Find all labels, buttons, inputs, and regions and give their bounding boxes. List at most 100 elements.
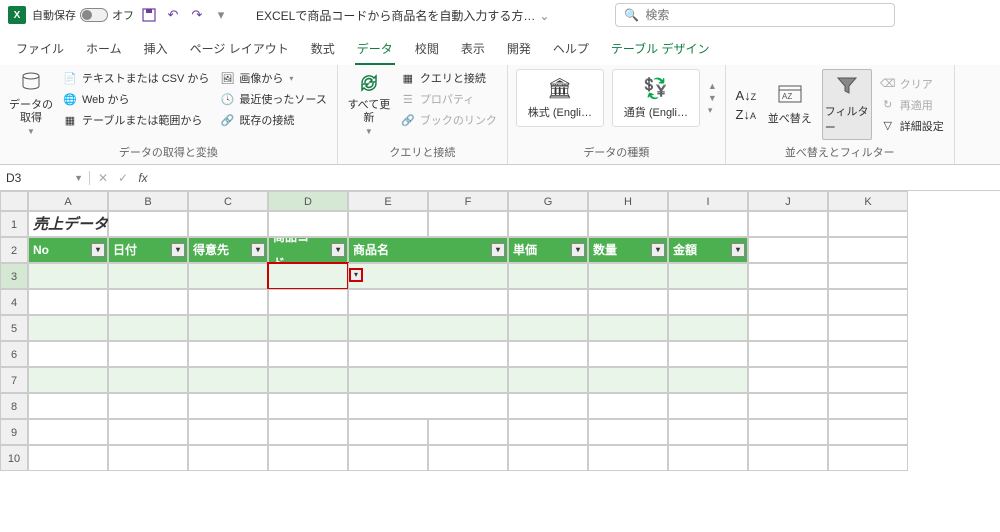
filter-dropdown-button[interactable]: ▾ (349, 268, 363, 282)
filter-dropdown-button[interactable]: ▾ (491, 243, 505, 257)
cell[interactable] (828, 263, 908, 289)
cell[interactable] (28, 263, 108, 289)
table-header-cell[interactable]: 商品コード▾ (268, 237, 348, 263)
from-web-button[interactable]: 🌐Web から (60, 90, 211, 108)
table-header-cell[interactable]: 得意先▾ (188, 237, 268, 263)
cell[interactable] (508, 419, 588, 445)
redo-icon[interactable]: ↷ (188, 6, 206, 24)
cell[interactable] (508, 367, 588, 393)
cell[interactable] (428, 445, 508, 471)
cell[interactable] (748, 211, 828, 237)
row-header[interactable]: 8 (0, 393, 28, 419)
column-header[interactable]: I (668, 191, 748, 211)
cell[interactable] (348, 211, 428, 237)
get-data-button[interactable]: データの取得 ▼ (8, 69, 54, 137)
filter-dropdown-button[interactable]: ▾ (571, 243, 585, 257)
tab-file[interactable]: ファイル (14, 36, 66, 65)
save-icon[interactable] (140, 6, 158, 24)
cell[interactable] (828, 315, 908, 341)
column-header[interactable]: H (588, 191, 668, 211)
cell[interactable] (348, 263, 508, 289)
cell[interactable] (588, 367, 668, 393)
tab-developer[interactable]: 開発 (505, 36, 533, 65)
cell[interactable] (828, 445, 908, 471)
from-image-button[interactable]: 🖼画像から▾ (217, 69, 328, 87)
cell[interactable] (348, 289, 508, 315)
cell[interactable] (108, 315, 188, 341)
chevron-down-icon[interactable]: ⌄ (539, 9, 549, 23)
cell[interactable] (588, 393, 668, 419)
formula-input[interactable] (156, 165, 1000, 190)
cell[interactable] (108, 445, 188, 471)
row-header[interactable]: 6 (0, 341, 28, 367)
tab-insert[interactable]: 挿入 (142, 36, 170, 65)
filter-dropdown-button[interactable]: ▾ (171, 243, 185, 257)
cell[interactable] (188, 419, 268, 445)
table-header-cell[interactable]: 商品名▾ (348, 237, 508, 263)
cell[interactable] (108, 341, 188, 367)
filter-dropdown-button[interactable]: ▾ (731, 243, 745, 257)
chevron-down-icon[interactable]: ▼ (74, 173, 83, 183)
workbook-links-button[interactable]: 🔗ブックのリンク (398, 111, 499, 129)
cell[interactable] (668, 315, 748, 341)
cell[interactable] (668, 263, 748, 289)
cell[interactable] (508, 315, 588, 341)
row-header[interactable]: 1 (0, 211, 28, 237)
cell[interactable] (828, 341, 908, 367)
cell[interactable] (28, 367, 108, 393)
select-all-corner[interactable] (0, 191, 28, 211)
cell[interactable] (508, 211, 588, 237)
cell[interactable] (668, 289, 748, 315)
cell[interactable] (828, 393, 908, 419)
cell[interactable] (348, 419, 428, 445)
cell[interactable] (588, 211, 668, 237)
cell[interactable] (348, 315, 508, 341)
properties-button[interactable]: ☰プロパティ (398, 90, 499, 108)
scroll-up-icon[interactable]: ▲ (708, 81, 717, 91)
tab-page-layout[interactable]: ページ レイアウト (188, 36, 291, 65)
reapply-filter-button[interactable]: ↻再適用 (878, 96, 946, 114)
filter-dropdown-button[interactable]: ▾ (91, 243, 105, 257)
cell[interactable] (508, 341, 588, 367)
tab-table-design[interactable]: テーブル デザイン (609, 36, 712, 65)
cell[interactable] (348, 341, 508, 367)
cell[interactable] (28, 419, 108, 445)
scroll-down-icon[interactable]: ▼ (708, 93, 717, 103)
fx-button[interactable]: fx (134, 171, 152, 185)
cell[interactable] (508, 263, 588, 289)
filter-dropdown-button[interactable]: ▾ (651, 243, 665, 257)
tab-view[interactable]: 表示 (459, 36, 487, 65)
filter-dropdown-button[interactable]: ▾ (251, 243, 265, 257)
cell[interactable] (508, 393, 588, 419)
cell[interactable] (268, 315, 348, 341)
cell[interactable] (188, 393, 268, 419)
cell[interactable] (108, 367, 188, 393)
currency-data-type-button[interactable]: 💱 通貨 (Engli… (612, 69, 700, 127)
cell[interactable] (668, 341, 748, 367)
cell[interactable] (828, 419, 908, 445)
column-header[interactable]: C (188, 191, 268, 211)
cell[interactable] (588, 263, 668, 289)
cell[interactable] (588, 289, 668, 315)
cell[interactable] (28, 315, 108, 341)
cell[interactable] (188, 367, 268, 393)
cell[interactable] (828, 289, 908, 315)
cell[interactable] (748, 341, 828, 367)
row-header[interactable]: 3 (0, 263, 28, 289)
cell[interactable] (748, 263, 828, 289)
cell[interactable] (588, 315, 668, 341)
cell[interactable]: ▾ (268, 263, 348, 289)
stocks-data-type-button[interactable]: 🏛 株式 (Engli… (516, 69, 604, 127)
tab-data[interactable]: データ (355, 36, 395, 65)
cell[interactable] (108, 263, 188, 289)
cell[interactable] (188, 445, 268, 471)
sort-desc-button[interactable]: Z↓A (734, 107, 758, 122)
cell[interactable] (668, 211, 748, 237)
cell[interactable] (508, 445, 588, 471)
column-header[interactable]: J (748, 191, 828, 211)
cell[interactable] (588, 419, 668, 445)
row-header[interactable]: 7 (0, 367, 28, 393)
cell[interactable] (108, 393, 188, 419)
cell[interactable] (108, 289, 188, 315)
cell[interactable] (268, 211, 348, 237)
